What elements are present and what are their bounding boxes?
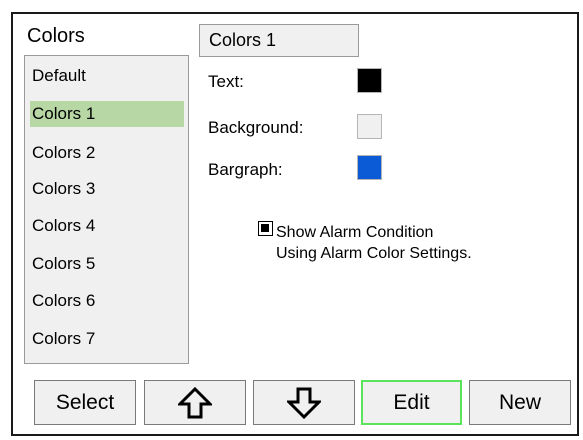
text-color-label: Text:: [208, 72, 244, 91]
edit-button[interactable]: Edit: [361, 380, 462, 425]
color-scheme-list[interactable]: Default Colors 1 Colors 2 Colors 3 Color…: [24, 55, 189, 364]
select-button[interactable]: Select: [34, 380, 136, 425]
move-down-button[interactable]: [253, 380, 355, 425]
list-item-colors-2[interactable]: Colors 2: [30, 140, 184, 166]
show-alarm-label-line2: Using Alarm Color Settings.: [276, 245, 472, 262]
checkbox-checked-mark: [261, 224, 269, 232]
bargraph-color-label: Bargraph:: [208, 160, 283, 179]
list-item-default[interactable]: Default: [30, 63, 184, 89]
up-arrow-icon: [178, 386, 212, 418]
scheme-name-field[interactable]: Colors 1: [199, 24, 359, 57]
list-item-colors-1[interactable]: Colors 1: [30, 101, 184, 127]
list-item-colors-7[interactable]: Colors 7: [30, 326, 184, 352]
background-color-swatch[interactable]: [357, 114, 382, 139]
move-up-button[interactable]: [144, 380, 246, 425]
new-button[interactable]: New: [469, 380, 571, 425]
text-color-swatch[interactable]: [357, 68, 382, 93]
show-alarm-label-line1: Show Alarm Condition: [276, 224, 434, 241]
list-item-colors-3[interactable]: Colors 3: [30, 176, 184, 202]
list-item-colors-6[interactable]: Colors 6: [30, 288, 184, 314]
panel-title: Colors: [27, 25, 85, 47]
show-alarm-checkbox[interactable]: [258, 221, 273, 236]
show-alarm-label: Show Alarm Condition Using Alarm Color S…: [276, 222, 472, 264]
bargraph-color-swatch[interactable]: [357, 155, 382, 180]
down-arrow-icon: [287, 387, 321, 419]
list-item-colors-4[interactable]: Colors 4: [30, 213, 184, 239]
background-color-label: Background:: [208, 118, 304, 137]
list-item-colors-5[interactable]: Colors 5: [30, 251, 184, 277]
